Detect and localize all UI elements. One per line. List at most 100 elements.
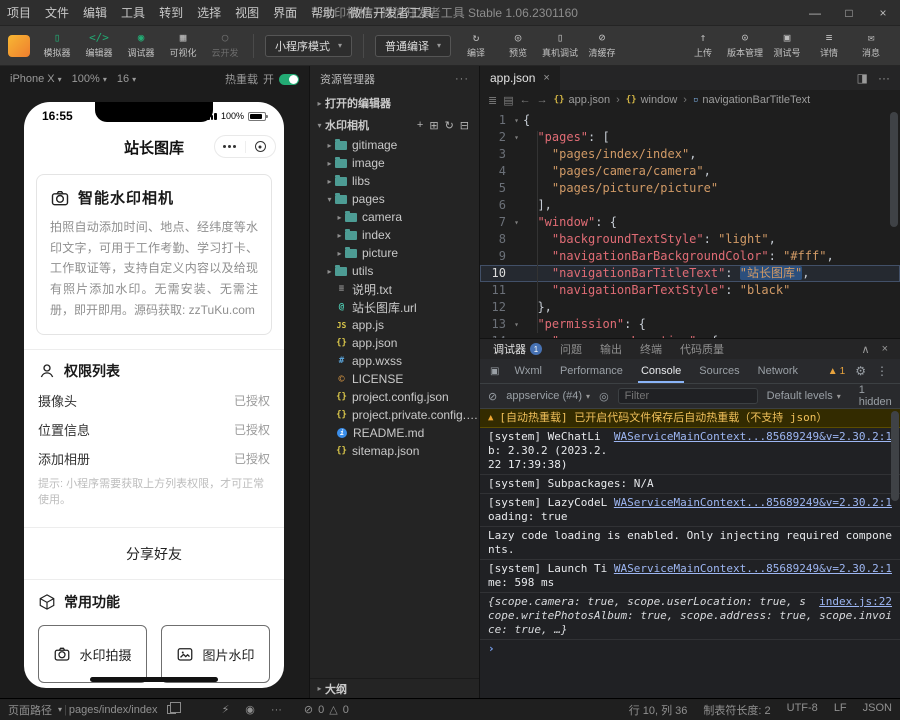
picture-watermark-button[interactable]: 图片水印 [161,625,270,683]
project-section[interactable]: ▾ 水印相机 + ⊞ ↻ ⊟ [310,114,479,136]
permission-row[interactable]: 位置信息已授权 [38,415,270,444]
messages-button[interactable]: ✉消息 [850,26,892,65]
new-folder-icon[interactable]: ⊞ [429,119,438,132]
code-line[interactable]: 6 ], [480,197,900,214]
back-arrow-icon[interactable]: ← [520,94,531,106]
refresh-icon[interactable]: ↻ [445,119,454,132]
menu-item[interactable]: 文件 [38,0,76,25]
devtools-tab-wxml[interactable]: Wxml [505,359,551,383]
menu-item[interactable]: 帮助 [304,0,342,25]
more-menu-button[interactable] [215,136,245,157]
editor-button[interactable]: </>编辑器 [78,26,120,65]
preview-button[interactable]: ◎预览 [497,26,539,65]
menu-item[interactable]: 界面 [266,0,304,25]
console-prompt-row[interactable]: › [480,640,900,658]
panel-tab[interactable]: 终端 [631,339,671,359]
console-source-link[interactable]: WAServiceMainContext...85689249&v=2.30.2… [614,496,892,510]
console-source-link[interactable]: WAServiceMainContext...85689249&v=2.30.2… [614,562,892,576]
code-line[interactable]: 3 "pages/index/index", [480,146,900,163]
expand-panel-icon[interactable]: ∧ [862,343,870,356]
bookmark-icon[interactable]: ▤ [503,94,513,107]
menu-item[interactable]: 视图 [228,0,266,25]
open-editors-section[interactable]: ▸ 打开的编辑器 [310,92,479,114]
forward-arrow-icon[interactable]: → [537,94,548,106]
tree-item[interactable]: ▸gitimage [310,136,479,154]
breadcrumb-item[interactable]: {}app.json [554,94,610,106]
statusbar-item[interactable]: UTF-8 [787,702,818,718]
console-scrollbar[interactable] [891,411,899,501]
code-line[interactable]: 8 "backgroundTextStyle": "light", [480,231,900,248]
settings-gear-icon[interactable]: ⚙ [855,364,866,378]
statusbar-item[interactable]: JSON [863,702,892,718]
code-editor[interactable]: 1▾{2▾ "pages": [3 "pages/index/index",4 … [480,110,900,338]
panel-tab[interactable]: 调试器1 [484,339,551,359]
breadcrumb-item[interactable]: {}window [626,94,678,106]
cloud-button[interactable]: ○云开发 [204,26,246,65]
tree-item[interactable]: {}project.config.json [310,388,479,406]
menu-item[interactable]: 工具 [114,0,152,25]
clear-cache-button[interactable]: ⊘清缓存 [581,26,623,65]
devtools-tab-sources[interactable]: Sources [690,359,748,383]
problem-counts[interactable]: ⊘ 0 △ 0 [304,703,349,716]
compile-mode-select[interactable]: 普通编译 ▾ [375,35,451,57]
devtools-tab-network[interactable]: Network [749,359,807,383]
minimize-button[interactable]: — [798,0,832,25]
editor-scrollbar[interactable] [890,112,898,227]
console-source-link[interactable]: WAServiceMainContext...85689249&v=2.30.2… [614,430,892,444]
test-account-button[interactable]: ▣测试号 [766,26,808,65]
tab-app-json[interactable]: app.json × [480,66,560,90]
hot-reload-toggle[interactable]: 热重载 开 [225,71,299,87]
kebab-menu-icon[interactable]: ⋮ [876,364,888,378]
statusbar-item[interactable]: LF [834,702,847,718]
code-line[interactable]: 1▾{ [480,112,900,129]
tree-item[interactable]: ▸picture [310,244,479,262]
tree-item[interactable]: iREADME.md [310,424,479,442]
more-actions-icon[interactable]: ··· [878,71,890,85]
mode-select[interactable]: 小程序模式 ▾ [265,35,352,57]
device-debug-button[interactable]: ▯真机调试 [539,26,581,65]
new-file-icon[interactable]: + [417,119,423,132]
tree-item[interactable]: ▸libs [310,172,479,190]
code-line[interactable]: 5 "pages/picture/picture" [480,180,900,197]
visual-button[interactable]: ▦可视化 [162,26,204,65]
devtools-tab-console[interactable]: Console [632,359,690,383]
devtools-tab-performance[interactable]: Performance [551,359,632,383]
panel-tab[interactable]: 问题 [551,339,591,359]
code-line[interactable]: 10 "navigationBarTitleText": "站长图库", [480,265,900,282]
console-filter-input[interactable] [618,388,758,404]
panel-tab[interactable]: 输出 [591,339,631,359]
close-panel-icon[interactable]: × [882,343,888,356]
code-line[interactable]: 9 "navigationBarBackgroundColor": "#fff"… [480,248,900,265]
tree-item[interactable]: {}sitemap.json [310,442,479,460]
debugger-button[interactable]: ◉调试器 [120,26,162,65]
warning-count-badge[interactable]: ▲1 [828,366,845,377]
menu-item[interactable]: 选择 [190,0,228,25]
tree-item[interactable]: ≡说明.txt [310,280,479,298]
panel-tab[interactable]: 代码质量 [671,339,733,359]
exit-miniprogram-button[interactable] [246,136,276,157]
tree-item[interactable]: #app.wxss [310,352,479,370]
context-select[interactable]: appservice (#4) ▾ [506,390,590,402]
tree-item[interactable]: ▸camera [310,208,479,226]
compile-button[interactable]: ↻编译 [455,26,497,65]
simulator-control[interactable]: 16▾ [117,73,136,85]
statusbar-item[interactable]: 制表符长度: 2 [703,702,770,718]
share-friends-button[interactable]: 分享好友 [24,527,284,579]
simulator-button[interactable]: ▯模拟器 [36,26,78,65]
menu-item[interactable]: 项目 [0,0,38,25]
eye-icon[interactable]: ◎ [599,390,609,403]
close-button[interactable]: × [866,0,900,25]
inspect-device-icon[interactable]: ▣ [490,366,499,377]
simulator-control[interactable]: 100%▾ [72,73,107,85]
code-line[interactable]: 11 "navigationBarTextStyle": "black" [480,282,900,299]
tree-item[interactable]: ▸utils [310,262,479,280]
lightning-icon[interactable]: ⚡ [222,703,230,716]
menu-item[interactable]: 微信开发者工具 [342,0,440,25]
split-editor-icon[interactable]: ◨ [857,71,868,85]
maximize-button[interactable]: □ [832,0,866,25]
code-line[interactable]: 12 }, [480,299,900,316]
collapse-all-icon[interactable]: ⊟ [460,119,469,132]
more-actions-icon[interactable]: ··· [455,73,469,85]
watermark-shoot-button[interactable]: 水印拍摄 [38,625,147,683]
tree-item[interactable]: ©LICENSE [310,370,479,388]
